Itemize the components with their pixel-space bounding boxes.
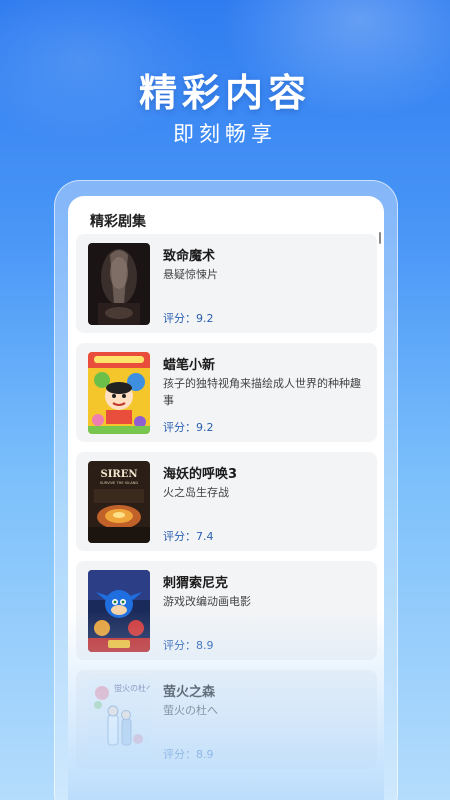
item-score: 评分：7.4 [163,530,214,543]
item-title: 蜡笔小新 [163,358,216,373]
phone-screen: 精彩剧集 致命魔术 悬疑惊悚片 评分：9.2 蜡笔小新 孩子的独特视角来描绘成人… [68,196,384,800]
promo-headline: 精彩内容 [138,71,311,115]
item-description: 悬疑惊悚片 [163,268,218,281]
item-score: 评分：9.2 [163,421,214,434]
item-title: 刺猬索尼克 [163,576,229,591]
list-item[interactable]: 蜡笔小新 孩子的独特视角来描绘成人世界的种种趣事 评分：9.2 [76,343,377,442]
item-description: 孩子的独特视角来描绘成人世界的种种趣事 [163,377,361,407]
item-score: 评分：9.2 [163,312,214,325]
item-description: 萤火の杜へ [163,704,218,717]
list-item[interactable]: 蛍火の杜へ 萤火之森 萤火の杜へ 评分：8.9 [76,670,377,769]
poster-crayon-shinchan-icon [88,352,150,434]
poster-siren-title: SIREN [101,469,138,480]
poster-hotarubi-icon: 蛍火の杜へ [88,679,150,761]
item-title: 海妖的呼唤3 [163,467,238,482]
list-item[interactable]: 刺猬索尼克 游戏改编动画电影 评分：8.9 [76,561,377,660]
list-item[interactable]: 致命魔术 悬疑惊悚片 评分：9.2 [76,234,377,333]
item-score: 评分：8.9 [163,748,214,761]
poster-sonic-icon [88,570,150,652]
poster-siren-subtitle: SURVIVE THE ISLAND [100,481,138,485]
poster-siren-icon: SIREN SURVIVE THE ISLAND [88,461,150,543]
item-description: 游戏改编动画电影 [163,595,251,608]
section-title: 精彩剧集 [90,214,146,230]
item-description: 火之岛生存战 [163,486,229,499]
list-item[interactable]: SIREN SURVIVE THE ISLAND 海妖的呼唤3 火之岛生存战 评… [76,452,377,551]
item-title: 致命魔术 [163,249,216,264]
item-score: 评分：8.9 [163,639,214,652]
poster-the-prestige-icon [88,243,150,325]
poster-hotarubi-title: 蛍火の杜へ [114,683,150,693]
scrollbar[interactable] [379,232,381,244]
promo-subheadline: 即刻畅享 [173,122,277,146]
item-title: 萤火之森 [163,685,216,700]
